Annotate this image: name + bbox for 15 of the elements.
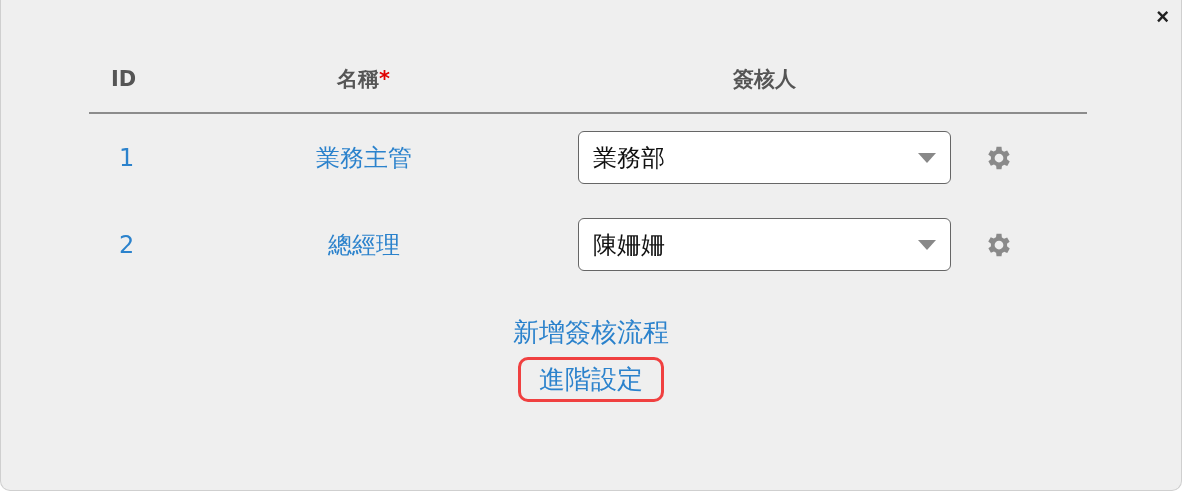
row-id: 2	[119, 230, 135, 259]
approver-dropdown[interactable]: 陳姍姍	[578, 218, 951, 271]
column-header: 名稱	[337, 67, 379, 91]
link[interactable]: 進階設定	[518, 357, 664, 403]
column-header: 簽核人	[733, 67, 796, 91]
column-header: ID	[111, 67, 137, 91]
row-id: 1	[119, 143, 135, 172]
step-name[interactable]: 總經理	[327, 228, 400, 261]
caret-icon	[918, 152, 936, 163]
link[interactable]: 新增簽核流程	[492, 310, 690, 356]
step-name[interactable]: 業務主管	[315, 141, 412, 174]
approver-dropdown[interactable]: 業務部	[578, 131, 951, 184]
required-mark: *	[379, 67, 390, 91]
caret-icon	[918, 239, 936, 250]
close-button[interactable]: ×	[1150, 4, 1175, 30]
